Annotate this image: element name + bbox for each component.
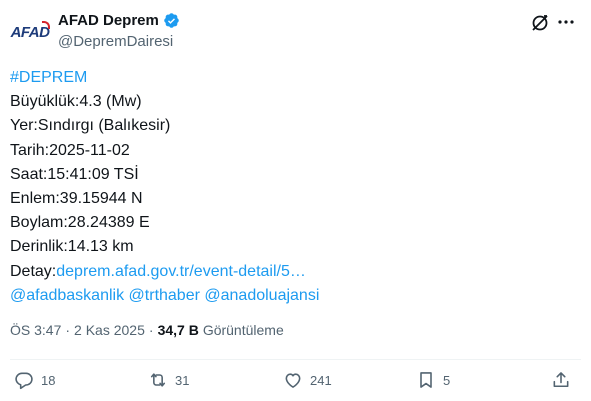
meta-separator-2: · (148, 322, 154, 338)
bookmark-count: 5 (443, 372, 451, 388)
mention-trthaber[interactable]: @trthaber (129, 287, 200, 304)
tweet-time[interactable]: ÖS 3:47 (10, 322, 61, 338)
reply-icon (15, 372, 33, 390)
tweet-date[interactable]: 2 Kas 2025 (74, 322, 145, 338)
latitude-line: Enlem:39.15944 N (10, 190, 143, 208)
author-name-row[interactable]: AFAD Deprem (58, 12, 180, 29)
author-handle[interactable]: @DepremDairesi (58, 33, 173, 50)
tweet-text: #DEPREM Büyüklük:4.3 (Mw) Yer:Sındırgı (… (10, 66, 580, 308)
action-bar: 18 31 241 5 (0, 360, 591, 401)
time-line: Saat:15:41:09 TSİ (10, 165, 139, 183)
reply-count: 18 (41, 372, 56, 388)
date-line: Tarih:2025-11-02 (10, 141, 130, 159)
views-label: Görüntüleme (202, 322, 284, 338)
share-icon (553, 372, 569, 388)
verified-badge-icon[interactable] (163, 12, 180, 29)
hashtag-link[interactable]: #DEPREM (10, 66, 580, 90)
depth-line: Derinlik:14.13 km (10, 238, 134, 256)
repost-count: 31 (175, 372, 190, 388)
views-count[interactable]: 34,7 B (158, 322, 199, 338)
like-count: 241 (310, 372, 332, 388)
bookmark-button[interactable]: 5 (416, 370, 450, 390)
mention-afadbaskanlik[interactable]: @afadbaskanlik (10, 287, 124, 304)
magnitude-line: Büyüklük:4.3 (Mw) (10, 93, 142, 111)
repost-button[interactable]: 31 (148, 370, 189, 390)
reply-button[interactable]: 18 (14, 370, 55, 390)
avatar[interactable]: AFAD (10, 20, 51, 44)
mentions-line: @afadbaskanlik @trthaber @anadoluajansi (10, 284, 580, 308)
repost-icon (150, 373, 166, 387)
share-button[interactable] (551, 370, 571, 390)
like-button[interactable]: 241 (283, 370, 332, 390)
more-options-icon[interactable] (556, 12, 576, 32)
bookmark-icon (420, 372, 432, 388)
detail-label: Detay: (10, 262, 57, 280)
heart-icon (285, 373, 301, 388)
detail-line: Detay:deprem.afad.gov.tr/event-detail/5… (10, 260, 580, 284)
tweet-header: AFAD AFAD Deprem @DepremDairesi (0, 0, 591, 60)
tweet-meta: ÖS 3:47 · 2 Kas 2025 · 34,7 B Görüntülem… (10, 322, 284, 338)
grok-icon[interactable] (530, 13, 550, 33)
author-display-name[interactable]: AFAD Deprem (58, 12, 159, 29)
detail-link[interactable]: deprem.afad.gov.tr/event-detail/5… (56, 263, 306, 280)
place-line: Yer:Sındırgı (Balıkesir) (10, 117, 171, 135)
longitude-line: Boylam:28.24389 E (10, 214, 150, 232)
meta-separator: · (65, 322, 71, 338)
avatar-logo-text: AFAD (10, 20, 51, 41)
mention-anadoluajansi[interactable]: @anadoluajansi (204, 287, 319, 304)
